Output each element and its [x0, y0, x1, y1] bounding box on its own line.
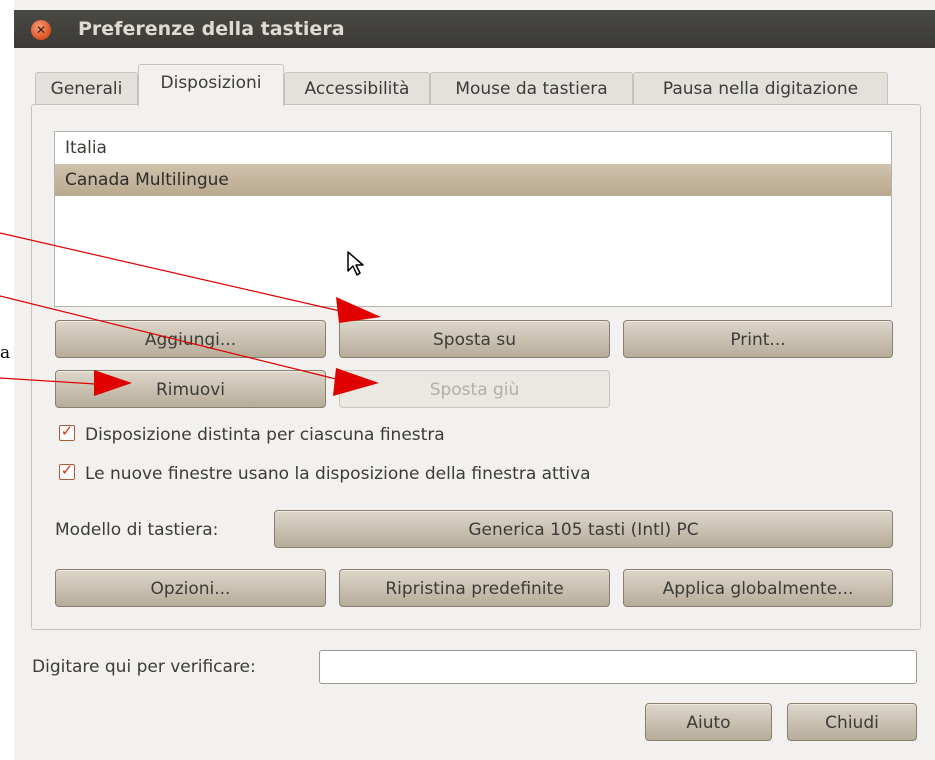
help-button[interactable]: Aiuto [645, 703, 772, 741]
add-button[interactable]: Aggiungi... [55, 320, 326, 358]
layouts-list[interactable]: Italia Canada Multilingue [54, 131, 892, 307]
checkbox-label: Le nuove finestre usano la disposizione … [85, 464, 591, 484]
checkbox-checked-icon[interactable]: ✓ [59, 422, 75, 441]
test-input-label: Digitare qui per verificare: [32, 657, 256, 677]
tab-pausa-digitazione[interactable]: Pausa nella digitazione [633, 72, 888, 104]
tab-disposizioni[interactable]: Disposizioni [138, 64, 284, 106]
checkbox-checked-icon[interactable]: ✓ [59, 461, 75, 480]
move-down-button[interactable]: Sposta giù [339, 370, 610, 408]
separate-layout-checkbox[interactable]: ✓ Disposizione distinta per ciascuna fine… [59, 422, 445, 447]
checkbox-label: Disposizione distinta per ciascuna fines… [85, 425, 445, 445]
tab-mouse-da-tastiera[interactable]: Mouse da tastiera [430, 72, 633, 104]
tab-accessibilita[interactable]: Accessibilità [284, 72, 430, 104]
print-button[interactable]: Print... [623, 320, 893, 358]
list-item[interactable]: Italia [55, 132, 891, 164]
tab-bar: Generali Disposizioni Accessibilità Mous… [14, 64, 935, 106]
apply-globally-button[interactable]: Applica globalmente... [623, 569, 893, 607]
move-up-button[interactable]: Sposta su [339, 320, 610, 358]
close-icon[interactable]: ✕ [31, 20, 51, 40]
remove-button[interactable]: Rimuovi [55, 370, 326, 408]
list-item-selected[interactable]: Canada Multilingue [55, 164, 891, 196]
keyboard-model-label: Modello di tastiera: [55, 520, 219, 540]
annotation-text: a [0, 343, 11, 363]
new-windows-layout-checkbox[interactable]: ✓ Le nuove finestre usano la disposizione… [59, 461, 591, 486]
tab-generali[interactable]: Generali [35, 72, 138, 104]
reset-defaults-button[interactable]: Ripristina predefinite [339, 569, 610, 607]
test-input[interactable] [319, 650, 917, 684]
title-bar[interactable]: ✕ Preferenze della tastiera [14, 10, 935, 48]
window-title: Preferenze della tastiera [78, 18, 345, 40]
options-button[interactable]: Opzioni... [55, 569, 326, 607]
close-button[interactable]: Chiudi [787, 703, 917, 741]
keyboard-model-button[interactable]: Generica 105 tasti (Intl) PC [274, 510, 893, 548]
mouse-pointer-icon [347, 251, 364, 276]
keyboard-preferences-window: ✕ Preferenze della tastiera Generali Dis… [14, 0, 935, 760]
